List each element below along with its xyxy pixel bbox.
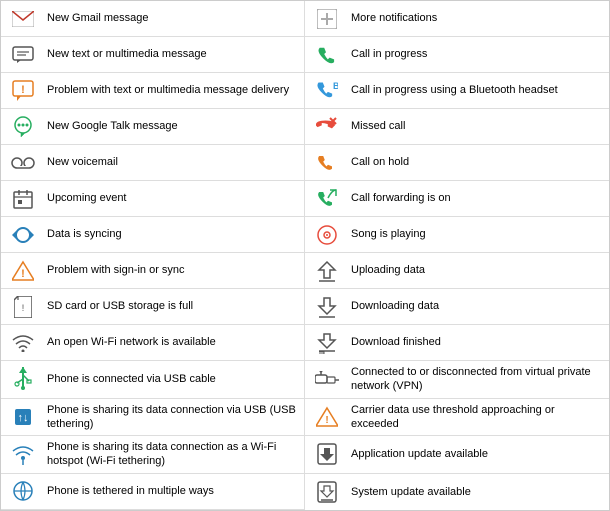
text-11-left: Phone is sharing its data connection via…	[47, 403, 298, 432]
text-7-right: Uploading data	[351, 263, 603, 277]
icon-usb	[7, 367, 39, 391]
row-8-right: Downloading data	[305, 289, 609, 325]
row-3-right: Missed call	[305, 109, 609, 145]
svg-text:!: !	[21, 84, 25, 96]
row-10-left: Phone is connected via USB cable	[1, 361, 305, 399]
row-1-left: New text or multimedia message	[1, 37, 305, 73]
row-12-right: Application update available	[305, 436, 609, 474]
svg-text:!: !	[22, 303, 25, 313]
row-5-right: Call forwarding is on	[305, 181, 609, 217]
icon-wifi	[7, 334, 39, 352]
icon-sdcard: !	[7, 296, 39, 318]
text-1-right: Call in progress	[351, 47, 603, 61]
row-0-right: More notifications	[305, 1, 609, 37]
text-5-right: Call forwarding is on	[351, 191, 603, 205]
text-1-left: New text or multimedia message	[47, 47, 298, 61]
row-9-right: Download finished	[305, 325, 609, 361]
text-3-right: Missed call	[351, 119, 603, 133]
row-13-right: System update available	[305, 474, 609, 510]
icon-carrier: !	[311, 406, 343, 428]
icon-call-bt: B	[311, 80, 343, 102]
text-13-left: Phone is tethered in multiple ways	[47, 484, 298, 498]
row-11-right: ! Carrier data use threshold approaching …	[305, 399, 609, 437]
svg-text:↑↓: ↑↓	[18, 412, 29, 424]
row-6-left: Data is syncing	[1, 217, 305, 253]
row-3-left: New Google Talk message	[1, 109, 305, 145]
row-7-right: Uploading data	[305, 253, 609, 289]
row-12-left: Phone is sharing its data connection as …	[1, 436, 305, 474]
row-7-left: ! Problem with sign-in or sync	[1, 253, 305, 289]
icon-forward	[311, 188, 343, 210]
text-13-right: System update available	[351, 485, 603, 499]
icon-hold	[311, 152, 343, 174]
row-2-right: B Call in progress using a Bluetooth head…	[305, 73, 609, 109]
text-4-left: New voicemail	[47, 155, 298, 169]
icon-missed	[311, 116, 343, 138]
text-0-left: New Gmail message	[47, 11, 298, 25]
row-9-left: An open Wi-Fi network is available	[1, 325, 305, 361]
icon-wifi-hotspot	[7, 443, 39, 465]
text-4-right: Call on hold	[351, 155, 603, 169]
icon-plus	[311, 9, 343, 29]
icon-gtalk	[7, 116, 39, 138]
text-7-left: Problem with sign-in or sync	[47, 263, 298, 277]
row-10-right: Connected to or disconnected from virtua…	[305, 361, 609, 399]
text-11-right: Carrier data use threshold approaching o…	[351, 403, 603, 432]
icon-download-done	[311, 332, 343, 354]
icon-warning-msg: !	[7, 80, 39, 102]
text-5-left: Upcoming event	[47, 191, 298, 205]
icon-calendar	[7, 189, 39, 209]
row-8-left: ! SD card or USB storage is full	[1, 289, 305, 325]
icon-download	[311, 296, 343, 318]
icon-voicemail	[7, 156, 39, 170]
text-12-right: Application update available	[351, 447, 603, 461]
text-9-left: An open Wi-Fi network is available	[47, 335, 298, 349]
icon-music	[311, 225, 343, 245]
icon-sync	[7, 224, 39, 246]
text-10-left: Phone is connected via USB cable	[47, 372, 298, 386]
text-0-right: More notifications	[351, 11, 603, 25]
row-6-right: Song is playing	[305, 217, 609, 253]
icon-sys-update	[311, 481, 343, 503]
svg-text:B: B	[333, 81, 338, 91]
text-3-left: New Google Talk message	[47, 119, 298, 133]
text-2-left: Problem with text or multimedia message …	[47, 83, 298, 97]
icon-sms	[7, 46, 39, 64]
icon-gmail	[7, 11, 39, 27]
icon-sync-problem: !	[7, 260, 39, 282]
text-9-right: Download finished	[351, 335, 603, 349]
text-6-right: Song is playing	[351, 227, 603, 241]
row-0-left: New Gmail message	[1, 1, 305, 37]
text-12-left: Phone is sharing its data connection as …	[47, 440, 298, 469]
row-2-left: ! Problem with text or multimedia message…	[1, 73, 305, 109]
icon-tether	[7, 480, 39, 502]
row-5-left: Upcoming event	[1, 181, 305, 217]
svg-text:!: !	[325, 415, 328, 426]
row-4-right: Call on hold	[305, 145, 609, 181]
icon-usb-tether: ↑↓	[7, 406, 39, 428]
notification-icons-table: New Gmail message More notifications New t…	[0, 0, 610, 511]
row-11-left: ↑↓ Phone is sharing its data connection v…	[1, 399, 305, 437]
row-4-left: New voicemail	[1, 145, 305, 181]
text-6-left: Data is syncing	[47, 227, 298, 241]
icon-app-update	[311, 443, 343, 465]
icon-call-green	[311, 45, 343, 65]
svg-text:!: !	[21, 268, 25, 280]
row-1-right: Call in progress	[305, 37, 609, 73]
text-10-right: Connected to or disconnected from virtua…	[351, 365, 603, 394]
icon-vpn	[311, 371, 343, 387]
text-8-right: Downloading data	[351, 299, 603, 313]
icon-upload	[311, 260, 343, 282]
row-13-left: Phone is tethered in multiple ways	[1, 474, 305, 510]
text-8-left: SD card or USB storage is full	[47, 299, 298, 313]
text-2-right: Call in progress using a Bluetooth heads…	[351, 83, 603, 97]
